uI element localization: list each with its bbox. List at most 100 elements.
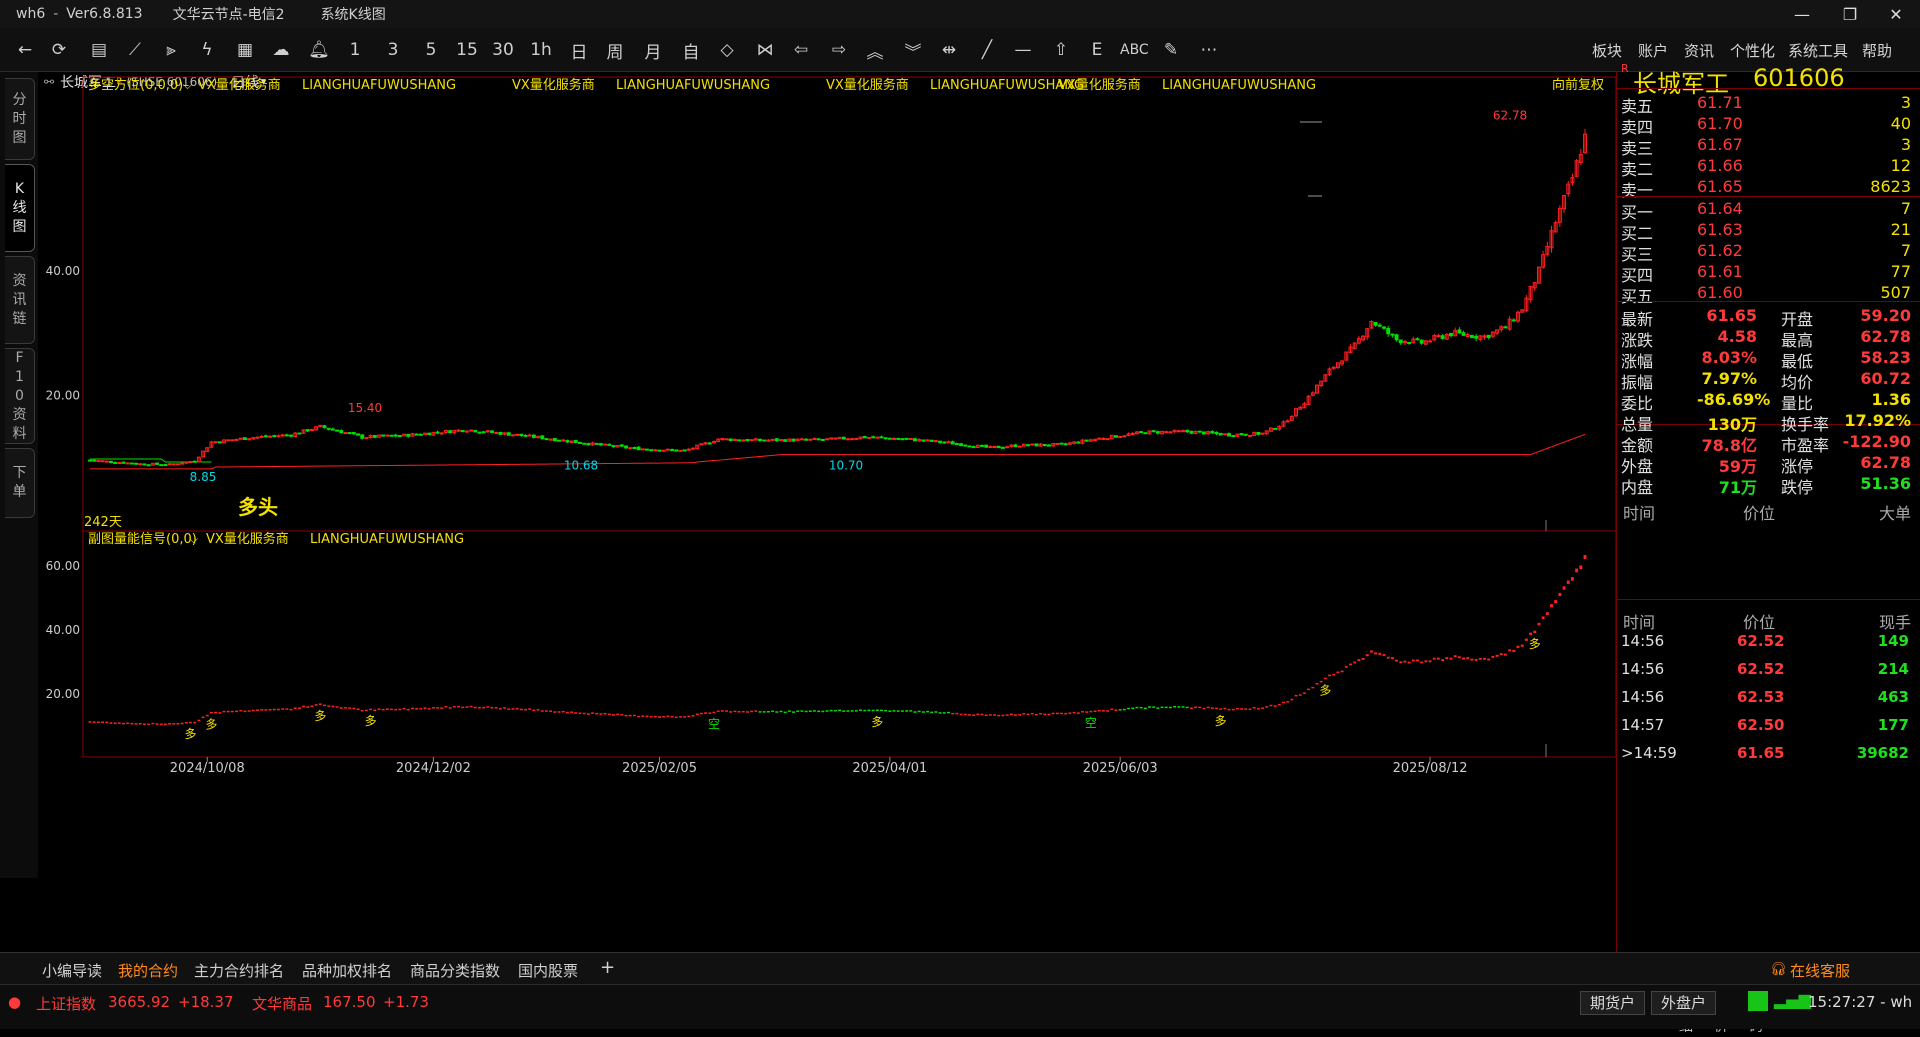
abc-icon[interactable]: ABC (1120, 37, 1149, 63)
menu-help[interactable]: 帮助 (1862, 40, 1892, 61)
tab-kline[interactable]: K线图 (5, 164, 35, 252)
bottom-tab[interactable]: 品种加权排名 (302, 960, 392, 981)
period-15[interactable]: 15 (456, 37, 478, 63)
sub-bar (276, 708, 280, 711)
sub-bar (457, 705, 460, 708)
menu-account[interactable]: 账户 (1638, 40, 1668, 61)
candle-body (155, 462, 159, 465)
chart-area[interactable]: ⚯ 长城军工 R (SHSE 601606) 日线 ▾ 多空方位(0,0,0) … (38, 72, 1774, 1035)
menu-sector[interactable]: 板块 (1592, 40, 1622, 61)
sub-bar (398, 708, 402, 711)
tick-row[interactable]: 14:56 62.53 463 (1617, 684, 1920, 712)
headset-icon[interactable]: 🎧︎ (1770, 962, 1787, 977)
period-1[interactable]: 1 (344, 37, 366, 63)
tab-order[interactable]: 下单 (5, 448, 35, 518)
sub-bar (1478, 657, 1482, 660)
bottom-tab[interactable]: 小编导读 (42, 960, 102, 981)
period-1h[interactable]: 1h (530, 37, 552, 63)
candle-body (963, 444, 968, 447)
foreign-account-button[interactable]: 外盘户 (1651, 991, 1717, 1015)
online-service[interactable]: 在线客服 (1790, 960, 1850, 981)
home-icon[interactable]: ⇧ (1050, 37, 1072, 63)
sub-bar (645, 715, 649, 718)
sub-bar (779, 710, 783, 713)
tab-f10[interactable]: F 1 0 资料 (5, 348, 35, 444)
tab-newslink[interactable]: 资讯链 (5, 256, 35, 344)
tick-row[interactable]: >14:59 61.65 39682 (1617, 740, 1920, 768)
text-format-icon[interactable]: Ε (1086, 37, 1108, 63)
add-tab-icon[interactable]: + (600, 957, 615, 978)
sub-bar (1152, 706, 1156, 708)
tick-volume: 149 (1877, 632, 1909, 650)
sub-bar (963, 713, 967, 716)
index1-name[interactable]: 上证指数 (36, 993, 96, 1014)
tab-timeshare[interactable]: 分时图 (5, 78, 35, 160)
period-30[interactable]: 30 (492, 37, 514, 63)
period-month[interactable]: 月 (642, 37, 664, 63)
indicator-icon[interactable]: ϟ (196, 37, 218, 63)
kline-chart[interactable]: 多空方位(0,0,0) ⌵ VX量化服务商 LIANGHUAFUWUSHANG … (38, 72, 1616, 952)
index2-name[interactable]: 文华商品 (252, 993, 312, 1014)
up-icon[interactable]: ︽ (864, 37, 886, 63)
chat-icon[interactable] (1748, 991, 1768, 1011)
menu-news[interactable]: 资讯 (1684, 40, 1714, 61)
sub-bar (532, 709, 536, 712)
tick-row[interactable]: 14:56 62.52 214 (1617, 656, 1920, 684)
period-day[interactable]: 日 (568, 37, 590, 63)
list-icon[interactable]: ▤ (88, 37, 110, 63)
candle-body (1231, 435, 1236, 438)
crosshair-icon[interactable]: ⇹ (938, 37, 960, 63)
main-indicator-name[interactable]: 多空方位(0,0,0) (88, 77, 183, 93)
sub-bar (1122, 708, 1126, 711)
tick-price: 62.53 (1737, 688, 1785, 706)
restore-button[interactable]: ❐ (1830, 0, 1870, 28)
sub-bar (297, 707, 301, 709)
line-chart-icon[interactable]: ⟋ (124, 37, 146, 63)
sub-bar (1449, 657, 1453, 660)
draw-line-icon[interactable]: ╱ (976, 37, 998, 63)
more-icon[interactable]: ⋯ (1198, 37, 1220, 63)
period-custom[interactable]: 自 (680, 37, 702, 63)
bell-icon[interactable]: 🔔︎ (308, 37, 330, 63)
sub-bar (762, 711, 766, 713)
zoom-out-icon[interactable]: ⋈ (754, 37, 776, 63)
back-icon[interactable]: ← (14, 37, 36, 63)
sub-bar (352, 707, 356, 710)
left-arrow-icon[interactable]: ⇦ (790, 37, 812, 63)
sub-bar (117, 722, 121, 724)
sub-indicator-name[interactable]: 副图量能信号(0,0) (88, 532, 197, 547)
hline-icon[interactable]: — (1012, 37, 1034, 63)
sub-indicator-chevron[interactable]: ⌵ (189, 532, 198, 546)
bottom-tab[interactable]: 我的合约 (118, 960, 179, 986)
refresh-icon[interactable]: ⟳ (48, 37, 70, 63)
close-button[interactable]: ✕ (1876, 0, 1916, 28)
tab-char: 链 (12, 310, 27, 327)
bottom-tab[interactable]: 商品分类指数 (410, 960, 500, 981)
down-icon[interactable]: ︾ (902, 37, 924, 63)
candle-body (900, 438, 905, 441)
bar-chart-icon[interactable]: ⫸ (160, 37, 182, 63)
minimize-button[interactable]: — (1782, 0, 1822, 28)
grid-icon[interactable]: ▦ (234, 37, 256, 63)
period-3[interactable]: 3 (382, 37, 404, 63)
candle-body (1101, 437, 1106, 440)
sub-bar (917, 710, 921, 713)
futures-account-button[interactable]: 期货户 (1580, 991, 1646, 1015)
menu-tools[interactable]: 系统工具 (1788, 40, 1848, 61)
period-5[interactable]: 5 (420, 37, 442, 63)
main-indicator-chevron[interactable]: ⌵ (183, 78, 192, 92)
right-arrow-icon[interactable]: ⇨ (828, 37, 850, 63)
sub-bar (641, 715, 645, 717)
period-week[interactable]: 周 (604, 37, 626, 63)
tick-row[interactable]: 14:56 62.52 149 (1617, 628, 1920, 656)
cloud-icon[interactable]: ☁ (270, 37, 292, 63)
adjust-mode[interactable]: 向前复权 (1552, 77, 1604, 93)
menu-personalize[interactable]: 个性化 (1730, 40, 1775, 61)
sub-bar (1570, 577, 1574, 581)
tick-row[interactable]: 14:57 62.50 177 (1617, 712, 1920, 740)
pen-icon[interactable]: ✎ (1160, 37, 1182, 63)
bottom-tab[interactable]: 国内股票 (518, 960, 578, 981)
sub-bar (729, 711, 733, 713)
bottom-tab[interactable]: 主力合约排名 (194, 960, 284, 981)
zoom-in-icon[interactable]: ◇ (716, 37, 738, 63)
